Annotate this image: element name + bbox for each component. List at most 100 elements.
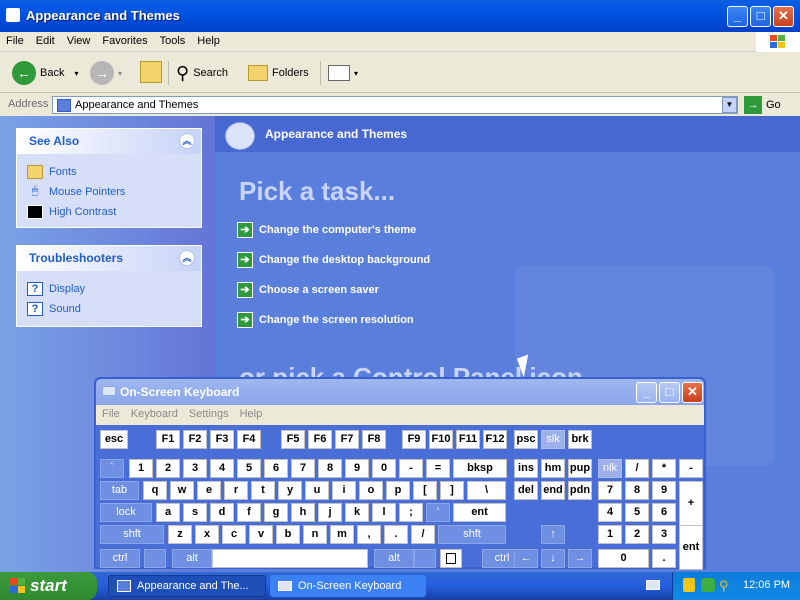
key-a-8[interactable]: k [345, 503, 369, 522]
key-a-12[interactable]: ent [453, 503, 506, 522]
chevron-down-icon[interactable]: ▾ [118, 69, 122, 78]
chevron-down-icon[interactable]: ▾ [74, 69, 78, 78]
menu-tools[interactable]: Tools [154, 32, 192, 47]
osk-menu-file[interactable]: File [96, 405, 125, 420]
key-a-9[interactable]: l [372, 503, 396, 522]
key-a-1[interactable]: a [156, 503, 180, 522]
key-fn-0[interactable]: esc [100, 430, 128, 449]
key-q-3[interactable]: e [197, 481, 221, 500]
key-z-2[interactable]: x [195, 525, 219, 544]
close-button[interactable]: ✕ [773, 6, 794, 27]
key-bottom-8[interactable]: . [652, 549, 676, 568]
key-q-1[interactable]: q [143, 481, 167, 500]
key-fn-9[interactable]: F9 [402, 430, 426, 449]
key-num-9[interactable]: 9 [345, 459, 369, 478]
key-q-10[interactable]: p [386, 481, 410, 500]
key-bottom-1[interactable]: alt [172, 549, 212, 568]
menu-help[interactable]: Help [191, 32, 226, 47]
key-a-7[interactable]: j [318, 503, 342, 522]
key-z-8[interactable]: , [357, 525, 381, 544]
key-num-5[interactable]: 5 [237, 459, 261, 478]
osk-close-button[interactable]: ✕ [682, 382, 703, 403]
see-also-item-fonts[interactable]: Fonts [17, 160, 201, 180]
key-bottom-6[interactable]: → [568, 549, 592, 568]
key-z-7[interactable]: m [330, 525, 354, 544]
key-bottom-5[interactable]: ↓ [541, 549, 565, 568]
key-z-0[interactable]: shft [100, 525, 164, 544]
key-fn-11[interactable]: F11 [456, 430, 480, 449]
key-num-15[interactable]: hm [541, 459, 565, 478]
key-q-15[interactable]: end [541, 481, 565, 500]
key-z-1[interactable]: z [168, 525, 192, 544]
key-bottom-7[interactable]: 0 [598, 549, 649, 568]
task-change-background[interactable]: ➔ Change the desktop background [237, 252, 430, 268]
menu-view[interactable]: View [61, 32, 97, 47]
windows-logo-key-right[interactable] [414, 549, 436, 568]
search-icon[interactable]: ⚲ [719, 578, 729, 594]
key-z-3[interactable]: c [222, 525, 246, 544]
views-button[interactable]: ▾ [328, 59, 358, 87]
key-z-13[interactable]: 1 [598, 525, 622, 544]
chevron-down-icon[interactable]: ▾ [354, 69, 358, 78]
key-q-8[interactable]: i [332, 481, 356, 500]
key-z-9[interactable]: . [384, 525, 408, 544]
network-icon[interactable] [701, 578, 715, 592]
key-fn-12[interactable]: F12 [483, 430, 507, 449]
menu-favorites[interactable]: Favorites [96, 32, 153, 47]
forward-button[interactable]: → ▾ [90, 59, 122, 87]
key-a-10[interactable]: ; [399, 503, 423, 522]
key-num-1[interactable]: 1 [129, 459, 153, 478]
see-also-header[interactable]: See Also ︽ [17, 129, 201, 154]
key-fn-8[interactable]: F8 [362, 430, 386, 449]
key-q-6[interactable]: y [278, 481, 302, 500]
key-num-0[interactable]: ` [100, 459, 124, 478]
key-a-3[interactable]: d [210, 503, 234, 522]
key-a-13[interactable]: 4 [598, 503, 622, 522]
key-z-12[interactable]: ↑ [541, 525, 565, 544]
title-bar[interactable]: Appearance and Themes _ □ ✕ [0, 0, 800, 32]
minimize-button[interactable]: _ [727, 6, 748, 27]
maximize-button[interactable]: □ [750, 6, 771, 27]
back-button[interactable]: ← Back ▾ [12, 59, 78, 87]
key-q-7[interactable]: u [305, 481, 329, 500]
collapse-icon[interactable]: ︽ [179, 133, 195, 149]
key-z-14[interactable]: 2 [625, 525, 649, 544]
key-q-0[interactable]: tab [100, 481, 139, 500]
key-num-17[interactable]: nlk [598, 459, 622, 478]
key-z-15[interactable]: 3 [652, 525, 676, 544]
osk-menu-keyboard[interactable]: Keyboard [125, 405, 183, 420]
key-a-11[interactable]: ' [426, 503, 450, 522]
key-fn-7[interactable]: F7 [335, 430, 359, 449]
taskbar-item-appearance[interactable]: Appearance and The... [108, 575, 266, 597]
key-fn-13[interactable]: psc [514, 430, 538, 449]
app-menu-key[interactable] [440, 549, 462, 568]
troubleshooter-item-display[interactable]: ? Display [17, 277, 201, 297]
key-q-4[interactable]: r [224, 481, 248, 500]
key-q-13[interactable]: \ [467, 481, 506, 500]
key-z-11[interactable]: shft [438, 525, 506, 544]
search-button[interactable]: ⚲ Search [176, 59, 228, 87]
key-a-5[interactable]: g [264, 503, 288, 522]
spacebar[interactable] [212, 549, 368, 568]
see-also-item-high-contrast[interactable]: High Contrast [17, 200, 201, 220]
key-num-19[interactable]: * [652, 459, 676, 478]
go-button[interactable]: → Go [744, 96, 781, 114]
key-num-20[interactable]: - [679, 459, 703, 478]
address-dropdown-button[interactable]: ▼ [722, 97, 737, 113]
key-z-10[interactable]: / [411, 525, 435, 544]
key-fn-15[interactable]: brk [568, 430, 592, 449]
key-q-14[interactable]: del [514, 481, 538, 500]
key-q-17[interactable]: 7 [598, 481, 622, 500]
key-bottom-2[interactable]: alt [374, 549, 414, 568]
key-fn-6[interactable]: F6 [308, 430, 332, 449]
key-fn-4[interactable]: F4 [237, 430, 261, 449]
keyboard-layout-icon[interactable] [646, 580, 660, 590]
address-input[interactable]: Appearance and Themes [52, 96, 738, 114]
key-a-6[interactable]: h [291, 503, 315, 522]
task-screen-saver[interactable]: ➔ Choose a screen saver [237, 282, 379, 298]
troubleshooters-header[interactable]: Troubleshooters ︽ [17, 246, 201, 271]
key-num-4[interactable]: 4 [210, 459, 234, 478]
folders-button[interactable]: Folders [248, 59, 309, 87]
key-num-16[interactable]: pup [568, 459, 592, 478]
key-fn-1[interactable]: F1 [156, 430, 180, 449]
